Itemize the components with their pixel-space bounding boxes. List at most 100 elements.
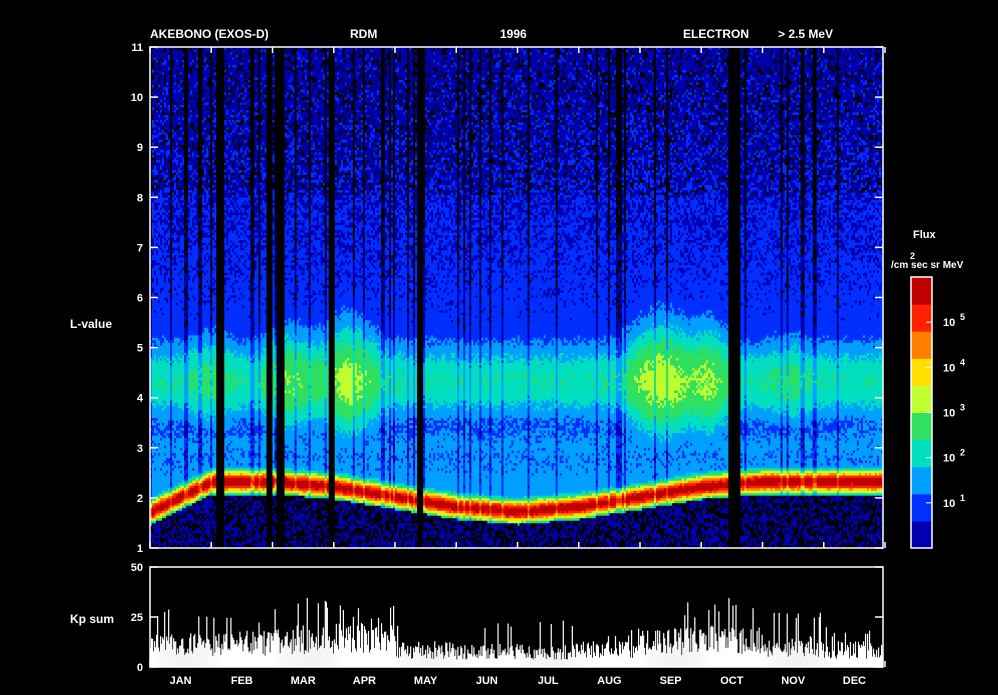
heatmap-cell	[160, 72, 162, 75]
heatmap-cell	[156, 250, 158, 253]
heatmap-cell	[154, 400, 156, 403]
heatmap-cell	[156, 180, 158, 183]
heatmap-cell	[152, 250, 154, 253]
heatmap-cell	[152, 60, 154, 63]
heatmap-cell	[156, 358, 158, 361]
heatmap-cell	[154, 370, 156, 373]
heatmap-cell	[160, 127, 162, 130]
heatmap-cell	[154, 505, 156, 508]
heatmap-cell	[160, 82, 162, 85]
heatmap-cell	[158, 112, 160, 115]
heatmap-cell	[154, 523, 156, 526]
flux-heatmap	[150, 47, 883, 548]
heatmap-cell	[160, 80, 162, 83]
heatmap-cell	[152, 152, 154, 155]
heatmap-cell	[160, 495, 162, 498]
heatmap-cell	[156, 300, 158, 303]
heatmap-cell	[158, 115, 160, 118]
heatmap-cell	[154, 217, 156, 220]
heatmap-cell	[160, 130, 162, 133]
heatmap-cell	[160, 170, 162, 173]
heatmap-cell	[158, 117, 160, 120]
heatmap-cell	[154, 107, 156, 110]
heatmap-cell	[160, 112, 162, 115]
heatmap-cell	[158, 275, 160, 278]
heatmap-cell	[158, 453, 160, 456]
heatmap-cell	[152, 465, 154, 468]
heatmap-cell	[156, 418, 158, 421]
heatmap-cell	[156, 52, 158, 55]
heatmap-cell	[156, 500, 158, 503]
heatmap-cell	[160, 140, 162, 143]
heatmap-cell	[156, 177, 158, 180]
heatmap-cell	[160, 478, 162, 481]
heatmap-cell	[154, 70, 156, 73]
heatmap-cell	[154, 122, 156, 125]
heatmap-cell	[158, 363, 160, 366]
heatmap-cell	[160, 275, 162, 278]
heatmap-cell	[154, 182, 156, 185]
heatmap-cell	[162, 513, 164, 516]
heatmap-cell	[156, 252, 158, 255]
heatmap-cell	[152, 393, 154, 396]
heatmap-cell	[152, 117, 154, 120]
heatmap-cell	[152, 200, 154, 203]
heatmap-cell	[158, 55, 160, 58]
heatmap-cell	[152, 358, 154, 361]
heatmap-cell	[160, 408, 162, 411]
heatmap-cell	[158, 330, 160, 333]
heatmap-cell	[156, 90, 158, 93]
heatmap-cell	[154, 323, 156, 326]
heatmap-cell	[162, 508, 164, 511]
heatmap-cell	[160, 262, 162, 265]
heatmap-cell	[160, 247, 162, 250]
heatmap-cell	[158, 438, 160, 441]
heatmap-cell	[156, 343, 158, 346]
heatmap-cell	[158, 160, 160, 163]
heatmap-cell	[156, 105, 158, 108]
heatmap-cell	[154, 272, 156, 275]
heatmap-cell	[154, 117, 156, 120]
heatmap-cell	[158, 295, 160, 298]
heatmap-cell	[158, 525, 160, 528]
heatmap-cell	[158, 197, 160, 200]
heatmap-cell	[158, 192, 160, 195]
heatmap-cell	[156, 520, 158, 523]
heatmap-cell	[154, 410, 156, 413]
heatmap-cell	[154, 413, 156, 416]
heatmap-cell	[158, 120, 160, 123]
heatmap-cell	[152, 127, 154, 130]
heatmap-cell	[154, 375, 156, 378]
heatmap-cell	[160, 345, 162, 348]
heatmap-cell	[158, 528, 160, 531]
heatmap-cell	[152, 270, 154, 273]
heatmap-cell	[160, 70, 162, 73]
heatmap-cell	[160, 373, 162, 376]
heatmap-cell	[160, 440, 162, 443]
heatmap-cell	[160, 267, 162, 270]
heatmap-cell	[158, 473, 160, 476]
heatmap-cell	[160, 318, 162, 321]
heatmap-cell	[160, 400, 162, 403]
heatmap-cell	[156, 338, 158, 341]
heatmap-cell	[156, 340, 158, 343]
heatmap-cell	[158, 335, 160, 338]
heatmap-cell	[152, 235, 154, 238]
heatmap-cell	[160, 225, 162, 228]
heatmap-cell	[152, 318, 154, 321]
heatmap-cell	[152, 185, 154, 188]
heatmap-cell	[156, 237, 158, 240]
heatmap-cell	[154, 205, 156, 208]
heatmap-cell	[158, 318, 160, 321]
heatmap-cell	[154, 325, 156, 328]
heatmap-cell	[154, 92, 156, 95]
heatmap-cell	[152, 468, 154, 471]
heatmap-cell	[152, 525, 154, 528]
heatmap-cell	[154, 280, 156, 283]
heatmap-cell	[152, 90, 154, 93]
heatmap-cell	[160, 122, 162, 125]
heatmap-cell	[152, 120, 154, 123]
heatmap-cell	[152, 232, 154, 235]
heatmap-cell	[154, 510, 156, 513]
heatmap-cell	[156, 485, 158, 488]
